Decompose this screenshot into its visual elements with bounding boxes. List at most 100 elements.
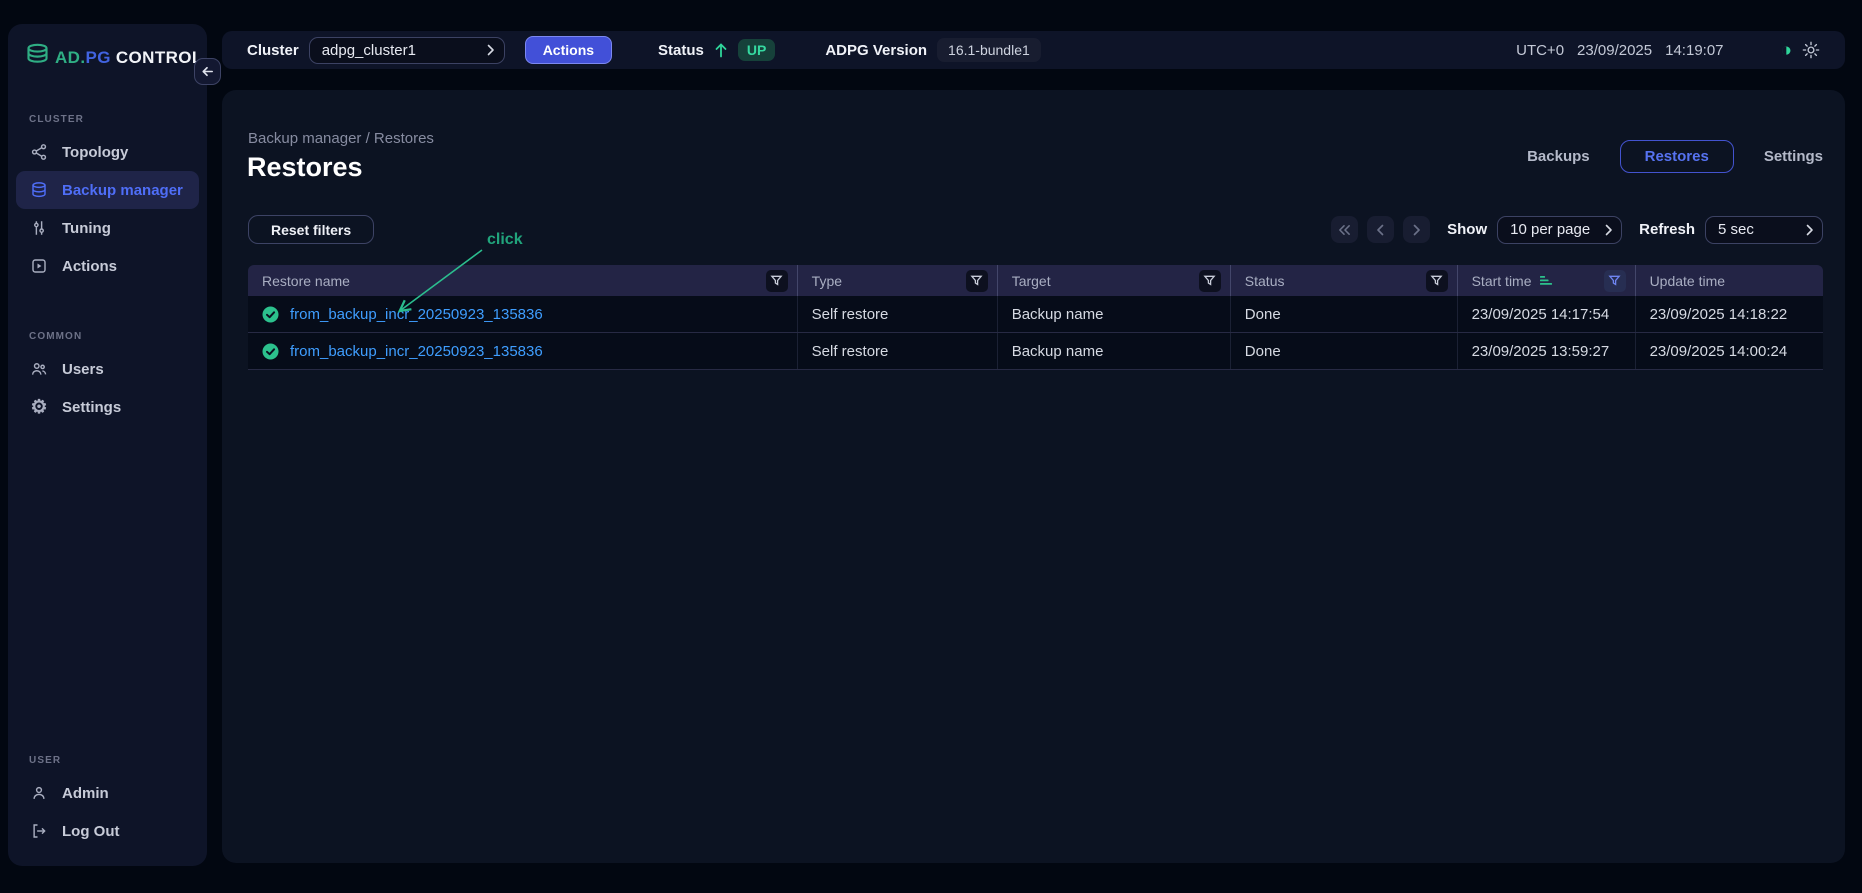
top-header-bar: Cluster adpg_cluster1 Actions Status UP …	[222, 31, 1845, 69]
logout-icon	[29, 821, 49, 841]
status-badge: UP	[738, 39, 775, 61]
arrow-left-icon	[200, 64, 215, 79]
tuning-icon	[29, 218, 49, 238]
cell-status: Done	[1231, 333, 1458, 369]
sidebar-item-label: Users	[62, 361, 104, 378]
annotation-arrow	[392, 245, 492, 321]
sidebar-item-label: Backup manager	[62, 182, 183, 199]
database-logo-icon	[24, 42, 51, 74]
sidebar-section-common: COMMON	[8, 331, 207, 342]
status-up-arrow-icon	[713, 41, 729, 59]
filter-icon[interactable]	[766, 270, 788, 292]
tab-backups[interactable]: Backups	[1527, 140, 1590, 173]
timezone-value: UTC+0	[1516, 42, 1564, 59]
sidebar-collapse-button[interactable]	[194, 58, 221, 85]
cell-target: Backup name	[998, 296, 1231, 332]
check-circle-icon	[262, 306, 279, 323]
status-label: Status	[658, 42, 704, 59]
cell-type: Self restore	[798, 296, 998, 332]
filter-icon-active[interactable]	[1604, 270, 1626, 292]
column-header-status: Status	[1231, 265, 1458, 296]
refresh-interval-select[interactable]: 5 sec	[1705, 216, 1823, 244]
version-label: ADPG Version	[825, 42, 927, 59]
sidebar-item-label: Tuning	[62, 220, 111, 237]
check-circle-icon	[262, 343, 279, 360]
sidebar-item-label: Topology	[62, 144, 128, 161]
annotation-click-label: click	[487, 231, 523, 249]
cell-update-time: 23/09/2025 14:18:22	[1636, 296, 1823, 332]
main-panel: Backup manager / Restores Restores Backu…	[222, 90, 1845, 863]
refresh-interval-value: 5 sec	[1718, 221, 1806, 238]
cell-update-time: 23/09/2025 14:00:24	[1636, 333, 1823, 369]
chevron-right-icon	[1806, 224, 1814, 236]
page-size-select[interactable]: 10 per page	[1497, 216, 1622, 244]
refresh-label: Refresh	[1639, 221, 1695, 238]
gear-icon: ⚙	[29, 397, 49, 417]
cluster-select[interactable]: adpg_cluster1	[309, 37, 505, 64]
column-header-type: Type	[798, 265, 998, 296]
app-logo: AD.PG CONTROL	[8, 34, 207, 74]
sidebar-item-logout[interactable]: Log Out	[16, 812, 199, 850]
sidebar-item-settings[interactable]: ⚙ Settings	[16, 388, 199, 426]
tab-restores[interactable]: Restores	[1620, 140, 1734, 173]
chevron-right-icon	[487, 44, 495, 56]
page-size-value: 10 per page	[1510, 221, 1605, 238]
time-value: 14:19:07	[1665, 42, 1723, 59]
sidebar-item-tuning[interactable]: Tuning	[16, 209, 199, 247]
sidebar-item-label: Actions	[62, 258, 117, 275]
actions-button[interactable]: Actions	[525, 36, 612, 64]
filter-icon[interactable]	[966, 270, 988, 292]
next-page-button[interactable]	[1403, 216, 1430, 243]
user-icon	[29, 783, 49, 803]
column-header-target: Target	[998, 265, 1231, 296]
sun-icon[interactable]	[1802, 41, 1820, 59]
toolbar: Reset filters Show 10 per page	[248, 215, 1823, 244]
reset-filters-button[interactable]: Reset filters	[248, 215, 374, 244]
filter-icon[interactable]	[1426, 270, 1448, 292]
sidebar-item-label: Settings	[62, 399, 121, 416]
cell-type: Self restore	[798, 333, 998, 369]
cell-start-time: 23/09/2025 14:17:54	[1458, 296, 1636, 332]
sidebar: AD.PG CONTROL CLUSTER Topology	[8, 24, 207, 866]
cell-target: Backup name	[998, 333, 1231, 369]
restore-name-link[interactable]: from_backup_incr_20250923_135836	[290, 343, 543, 360]
sort-ascending-icon[interactable]	[1540, 275, 1553, 287]
users-icon	[29, 359, 49, 379]
chevron-right-icon	[1605, 224, 1613, 236]
cluster-label: Cluster	[247, 42, 299, 59]
database-icon	[29, 180, 49, 200]
play-square-icon	[29, 256, 49, 276]
page-title: Restores	[247, 152, 363, 183]
cell-start-time: 23/09/2025 13:59:27	[1458, 333, 1636, 369]
sidebar-item-label: Log Out	[62, 823, 119, 840]
sidebar-item-admin[interactable]: Admin	[16, 774, 199, 812]
sidebar-item-actions[interactable]: Actions	[16, 247, 199, 285]
sidebar-section-cluster: CLUSTER	[8, 114, 207, 125]
topology-icon	[29, 142, 49, 162]
sidebar-section-user: USER	[8, 755, 207, 766]
tab-settings[interactable]: Settings	[1764, 140, 1823, 173]
tabs: Backups Restores Settings	[1527, 140, 1823, 173]
column-header-start-time: Start time	[1458, 265, 1636, 296]
logo-part-control: CONTROL	[116, 48, 203, 67]
cell-status: Done	[1231, 296, 1458, 332]
sidebar-item-backup-manager[interactable]: Backup manager	[16, 171, 199, 209]
first-page-button[interactable]	[1331, 216, 1358, 243]
column-header-update-time: Update time	[1636, 265, 1823, 296]
logo-part-pg: PG	[85, 48, 110, 67]
screen: AD.PG CONTROL CLUSTER Topology	[0, 0, 1862, 893]
filter-icon[interactable]	[1199, 270, 1221, 292]
column-header-restore-name: Restore name	[248, 265, 798, 296]
breadcrumb: Backup manager / Restores	[248, 130, 434, 147]
cluster-select-value: adpg_cluster1	[322, 42, 487, 59]
date-value: 23/09/2025	[1577, 42, 1652, 59]
version-value: 16.1-bundle1	[937, 38, 1041, 62]
show-label: Show	[1447, 221, 1487, 238]
sidebar-item-users[interactable]: Users	[16, 350, 199, 388]
theme-contrast-icon[interactable]: ◑	[1781, 41, 1792, 60]
table-row[interactable]: from_backup_incr_20250923_135836 Self re…	[248, 333, 1823, 370]
logo-part-ad: AD.	[55, 48, 85, 67]
prev-page-button[interactable]	[1367, 216, 1394, 243]
sidebar-item-label: Admin	[62, 785, 109, 802]
sidebar-item-topology[interactable]: Topology	[16, 133, 199, 171]
